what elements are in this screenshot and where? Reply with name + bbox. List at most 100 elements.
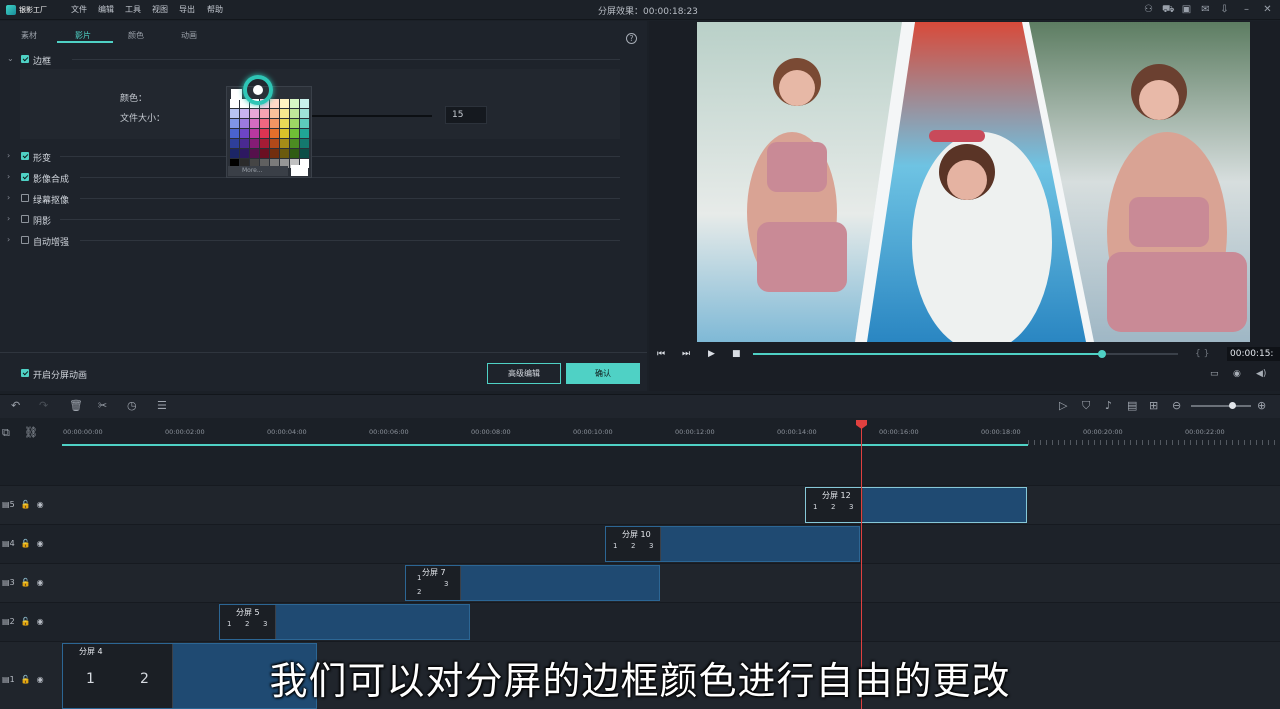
chevron-down-icon[interactable]: ⌄ (7, 54, 14, 63)
palette-swatch[interactable] (270, 149, 279, 158)
menu-edit[interactable]: 编辑 (98, 4, 114, 15)
tab-animation[interactable]: 动画 (181, 30, 197, 41)
snapshot-icon[interactable]: ◉ (1233, 369, 1241, 379)
lock-icon[interactable]: 🔓 (21, 500, 31, 509)
split-animation-checkbox[interactable] (21, 369, 29, 377)
zoom-in-icon[interactable]: ⊕ (1257, 399, 1266, 412)
palette-swatch[interactable] (250, 109, 259, 118)
adjust-icon[interactable]: ☰ (157, 399, 167, 412)
save-icon[interactable]: ▣ (1181, 4, 1192, 15)
volume-icon[interactable]: ◀) (1256, 369, 1266, 379)
size-input[interactable]: 15 (445, 106, 487, 124)
play-icon[interactable]: ▶ (708, 349, 715, 359)
menu-file[interactable]: 文件 (71, 4, 87, 15)
palette-swatch[interactable] (230, 119, 239, 128)
chroma-checkbox[interactable] (21, 194, 29, 202)
palette-swatch[interactable] (300, 99, 309, 108)
mic-icon[interactable]: ♪ (1105, 399, 1112, 412)
palette-swatch[interactable] (240, 149, 249, 158)
chevron-right-icon[interactable]: › (7, 151, 10, 160)
palette-swatch[interactable] (290, 129, 299, 138)
lock-icon[interactable]: 🔓 (21, 617, 31, 626)
mail-icon[interactable]: ✉ (1200, 4, 1211, 15)
palette-swatch[interactable] (230, 129, 239, 138)
palette-swatch[interactable] (300, 109, 309, 118)
more-colors-field[interactable]: More... (228, 166, 288, 176)
marker-icon[interactable]: ⛉ (1082, 399, 1090, 413)
tab-media[interactable]: 素材 (21, 30, 37, 41)
palette-swatch[interactable] (290, 99, 299, 108)
redo-icon[interactable]: ↷ (39, 399, 48, 412)
palette-swatch[interactable] (230, 109, 239, 118)
palette-swatch[interactable] (270, 99, 279, 108)
chevron-right-icon[interactable]: › (7, 214, 10, 223)
palette-swatch[interactable] (240, 119, 249, 128)
palette-swatch[interactable] (250, 139, 259, 148)
palette-swatch[interactable] (290, 109, 299, 118)
zoom-slider[interactable] (1191, 405, 1251, 407)
palette-swatch[interactable] (230, 99, 239, 108)
palette-swatch[interactable] (300, 119, 309, 128)
size-slider[interactable] (310, 115, 432, 117)
palette-swatch[interactable] (230, 139, 239, 148)
palette-swatch[interactable] (250, 149, 259, 158)
palette-swatch[interactable] (270, 119, 279, 128)
palette-swatch[interactable] (280, 109, 289, 118)
palette-swatch[interactable] (300, 129, 309, 138)
eye-icon[interactable]: ◉ (37, 617, 44, 626)
auto-enhance-checkbox[interactable] (21, 236, 29, 244)
palette-swatch[interactable] (290, 139, 299, 148)
palette-swatch[interactable] (260, 149, 269, 158)
palette-swatch[interactable] (270, 139, 279, 148)
zoom-out-icon[interactable]: ⊖ (1172, 399, 1181, 412)
palette-swatch[interactable] (260, 119, 269, 128)
advanced-edit-button[interactable]: 高级编辑 (487, 363, 561, 384)
step-back-icon[interactable]: ⏮ (657, 349, 665, 359)
menu-export[interactable]: 导出 (179, 4, 195, 15)
palette-swatch[interactable] (280, 99, 289, 108)
chevron-right-icon[interactable]: › (7, 193, 10, 202)
confirm-button[interactable]: 确认 (566, 363, 640, 384)
cart-icon[interactable]: ⛟ (1162, 4, 1175, 15)
preview-video-frame[interactable] (697, 22, 1250, 342)
tab-color[interactable]: 颜色 (128, 30, 144, 41)
menu-view[interactable]: 视图 (152, 4, 168, 15)
delete-icon[interactable]: 🗑 (69, 399, 83, 412)
add-track-icon[interactable]: ⧉ (2, 426, 10, 440)
zoom-slider-handle[interactable] (1229, 402, 1236, 409)
chevron-right-icon[interactable]: › (7, 235, 10, 244)
undo-icon[interactable]: ↶ (11, 399, 20, 412)
render-icon[interactable]: ▷ (1059, 399, 1067, 412)
close-icon[interactable]: ✕ (1262, 4, 1273, 15)
palette-swatch[interactable] (280, 119, 289, 128)
link-icon[interactable]: ⛓ (24, 426, 38, 439)
palette-swatch[interactable] (260, 109, 269, 118)
palette-swatch[interactable] (260, 129, 269, 138)
palette-swatch[interactable] (280, 129, 289, 138)
display-icon[interactable]: ▭ (1210, 369, 1219, 379)
palette-swatch[interactable] (240, 109, 249, 118)
timeline-clip[interactable]: 分屏 5 1 2 3 (219, 604, 470, 640)
eye-icon[interactable]: ◉ (37, 578, 44, 587)
palette-swatch[interactable] (270, 109, 279, 118)
current-color-swatch[interactable] (231, 89, 242, 100)
palette-swatch[interactable] (250, 119, 259, 128)
split-view-icon[interactable]: ⊞ (1149, 399, 1158, 412)
menu-tools[interactable]: 工具 (125, 4, 141, 15)
speed-icon[interactable]: ◷ (127, 399, 137, 412)
palette-swatch[interactable] (240, 129, 249, 138)
palette-swatch[interactable] (280, 149, 289, 158)
selected-color-preview[interactable] (291, 165, 308, 176)
mark-in-out-icon[interactable]: { } (1195, 349, 1209, 359)
shadow-checkbox[interactable] (21, 215, 29, 223)
download-icon[interactable]: ⇩ (1219, 4, 1230, 15)
timeline-clip[interactable]: 分屏 10 1 2 3 (605, 526, 860, 562)
menu-help[interactable]: 帮助 (207, 4, 223, 15)
palette-swatch[interactable] (250, 129, 259, 138)
palette-swatch[interactable] (300, 149, 309, 158)
voiceover-icon[interactable]: ▤ (1127, 399, 1137, 412)
lock-icon[interactable]: 🔓 (21, 578, 31, 587)
palette-swatch[interactable] (230, 149, 239, 158)
minimize-icon[interactable]: – (1241, 4, 1252, 15)
palette-swatch[interactable] (290, 149, 299, 158)
